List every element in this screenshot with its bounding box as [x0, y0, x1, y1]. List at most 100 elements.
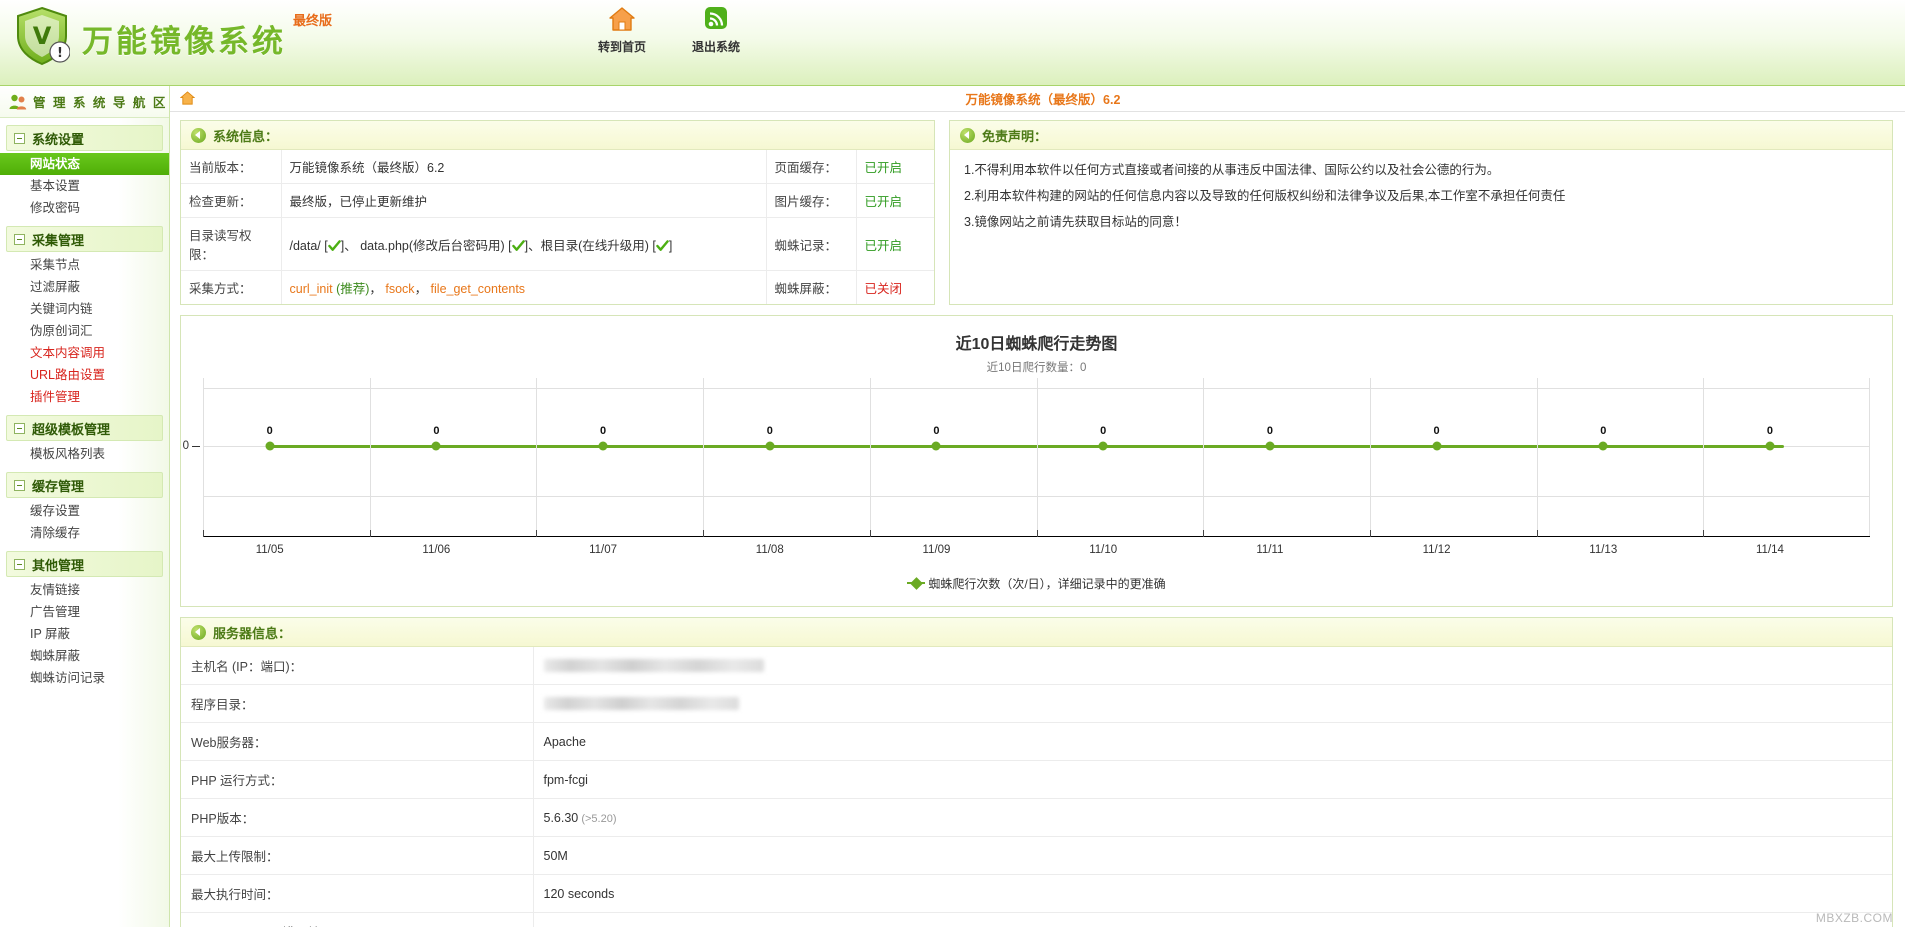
chart-ytick-mark — [192, 446, 200, 447]
server-info-key: 最大上传限制： — [181, 837, 533, 875]
table-row: display_errors显错开关：on — [181, 913, 1892, 927]
chart-point-label: 0 — [433, 425, 439, 437]
row-label-collect-method: 采集方式： — [181, 271, 281, 305]
chart-xtick-mark — [1037, 530, 1038, 537]
perm-part-close: ] — [669, 239, 672, 253]
chart-xtick-label: 11/06 — [422, 544, 450, 556]
sidebar-item-text-content-call[interactable]: 文本内容调用 — [0, 342, 169, 364]
chart-data-point[interactable] — [1599, 442, 1608, 451]
sidebar-item-change-password[interactable]: 修改密码 — [0, 197, 169, 219]
sidebar-item-friendly-links[interactable]: 友情链接 — [0, 579, 169, 601]
chart-xtick-mark — [1203, 530, 1204, 537]
server-info-key: 主机名 (IP：端口)： — [181, 647, 533, 685]
chart-point-label: 0 — [933, 425, 939, 437]
nav-go-home-label: 转到首页 — [592, 38, 652, 55]
sidebar-item-plugin-management[interactable]: 插件管理 — [0, 386, 169, 408]
chart-gridline-v — [1703, 378, 1704, 536]
sidebar-group-other-management[interactable]: 其他管理 — [6, 551, 163, 577]
sidebar-item-site-status[interactable]: 网站状态 — [0, 153, 169, 175]
chart-subtitle: 近10日爬行数量：0 — [181, 354, 1892, 375]
system-info-panel: 系统信息： 当前版本： 万能镜像系统（最终版）6.2 页面缓存： 已开启 检查更… — [180, 120, 935, 305]
server-info-value: 120 seconds — [533, 875, 1892, 913]
legend-label: 蜘蛛爬行次数（次/日），详细记录中的更准确 — [928, 577, 1165, 591]
chart-xtick-mark — [870, 530, 871, 537]
chart-data-point[interactable] — [932, 442, 941, 451]
chart-point-label: 0 — [767, 425, 773, 437]
sidebar-item-clear-cache[interactable]: 清除缓存 — [0, 522, 169, 544]
chart-point-label: 0 — [1767, 425, 1773, 437]
edition-badge: 最终版 — [293, 10, 332, 29]
row-value-current-version: 万能镜像系统（最终版）6.2 — [281, 150, 766, 184]
server-info-value-note: (>5.20) — [578, 813, 616, 825]
server-info-value: 50M — [533, 837, 1892, 875]
sidebar-item-spider-access-log[interactable]: 蜘蛛访问记录 — [0, 667, 169, 689]
svg-text:!: ! — [57, 46, 63, 61]
row-value-spider-block: 已关闭 — [856, 271, 934, 305]
table-row: 检查更新： 最终版，已停止更新维护 图片缓存： 已开启 — [181, 184, 934, 218]
chart-data-point[interactable] — [765, 442, 774, 451]
chart-data-point[interactable] — [265, 442, 274, 451]
sidebar-group-cache-management[interactable]: 缓存管理 — [6, 472, 163, 498]
server-info-value: fpm-fcgi — [533, 761, 1892, 799]
perm-part-root: 根目录(在线升级用) [ — [541, 239, 656, 253]
row-value-dir-permissions: /data/ []、 data.php(修改后台密码用) []、根目录(在线升级… — [281, 218, 766, 271]
chart-gridline-v — [1203, 378, 1204, 536]
chart-data-point[interactable] — [1765, 442, 1774, 451]
sidebar-item-pseudo-original-words[interactable]: 伪原创词汇 — [0, 320, 169, 342]
server-info-value: Apache — [533, 723, 1892, 761]
collect-method-fsock[interactable]: fsock — [385, 282, 414, 296]
rss-exit-icon — [686, 6, 746, 34]
legend-marker-icon — [910, 577, 923, 590]
perm-part-data-dir: /data/ [ — [290, 239, 328, 253]
chart-data-point[interactable] — [1265, 442, 1274, 451]
row-value-spider-record: 已开启 — [856, 218, 934, 271]
chart-xtick-label: 11/13 — [1589, 544, 1617, 556]
collect-method-curl-init[interactable]: curl_init — [290, 282, 333, 296]
server-info-table: 主机名 (IP：端口)：程序目录：Web服务器：ApachePHP 运行方式：f… — [181, 647, 1892, 927]
collect-method-file-get-contents[interactable]: file_get_contents — [431, 282, 526, 296]
sidebar-group-system-settings[interactable]: 系统设置 — [6, 125, 163, 151]
chart-xtick-label: 11/07 — [589, 544, 617, 556]
home-icon[interactable] — [180, 91, 195, 106]
logo-text: 万能镜像系统 最终版 — [82, 16, 286, 61]
spider-trend-chart-panel: 近10日蜘蛛爬行走势图 近10日爬行数量：0 0011/05011/06011/… — [180, 315, 1893, 607]
chart-series-line — [270, 445, 1784, 448]
sidebar-item-keyword-inlinks[interactable]: 关键词内链 — [0, 298, 169, 320]
perm-part-datafile: data.php(修改后台密码用) [ — [360, 239, 511, 253]
chart-xtick-mark — [703, 530, 704, 537]
sidebar-item-basic-settings[interactable]: 基本设置 — [0, 175, 169, 197]
chart-gridline-v — [1037, 378, 1038, 536]
server-info-title: 服务器信息： — [213, 623, 291, 642]
sidebar-item-spider-block[interactable]: 蜘蛛屏蔽 — [0, 645, 169, 667]
sidebar-item-collection-nodes[interactable]: 采集节点 — [0, 254, 169, 276]
disclaimer-body: 1.不得利用本软件以任何方式直接或者间接的从事违反中国法律、国际公约以及社会公德… — [950, 150, 1892, 241]
sidebar-item-url-routing[interactable]: URL路由设置 — [0, 364, 169, 386]
chart-data-point[interactable] — [1432, 442, 1441, 451]
sidebar-item-filter-block[interactable]: 过滤屏蔽 — [0, 276, 169, 298]
collapse-minus-icon — [14, 423, 25, 434]
sidebar-group-label: 系统设置 — [32, 129, 84, 148]
system-info-table: 当前版本： 万能镜像系统（最终版）6.2 页面缓存： 已开启 检查更新： 最终版… — [181, 150, 934, 304]
collapse-minus-icon — [14, 559, 25, 570]
sidebar-group-collection-management[interactable]: 采集管理 — [6, 226, 163, 252]
nav-logout[interactable]: 退出系统 — [686, 4, 746, 55]
chart-gridline-v — [370, 378, 371, 536]
disclaimer-title: 免责声明： — [982, 126, 1047, 145]
chart-point-label: 0 — [600, 425, 606, 437]
nav-go-home[interactable]: 转到首页 — [592, 4, 652, 55]
sidebar-item-ip-block[interactable]: IP 屏蔽 — [0, 623, 169, 645]
chart-data-point[interactable] — [599, 442, 608, 451]
row-value-image-cache: 已开启 — [856, 184, 934, 218]
sidebar-item-cache-settings[interactable]: 缓存设置 — [0, 500, 169, 522]
sidebar-group-super-template-management[interactable]: 超级模板管理 — [6, 415, 163, 441]
server-info-key: display_errors显错开关： — [181, 913, 533, 927]
table-row: PHP版本：5.6.30 (>5.20) — [181, 799, 1892, 837]
sidebar-item-ad-management[interactable]: 广告管理 — [0, 601, 169, 623]
server-info-value: 5.6.30 (>5.20) — [533, 799, 1892, 837]
chart-data-point[interactable] — [1099, 442, 1108, 451]
chart-gridline-v — [203, 378, 204, 536]
chart-data-point[interactable] — [432, 442, 441, 451]
redacted-value — [544, 659, 764, 672]
sidebar-item-template-style-list[interactable]: 模板风格列表 — [0, 443, 169, 465]
server-info-value — [533, 647, 1892, 685]
